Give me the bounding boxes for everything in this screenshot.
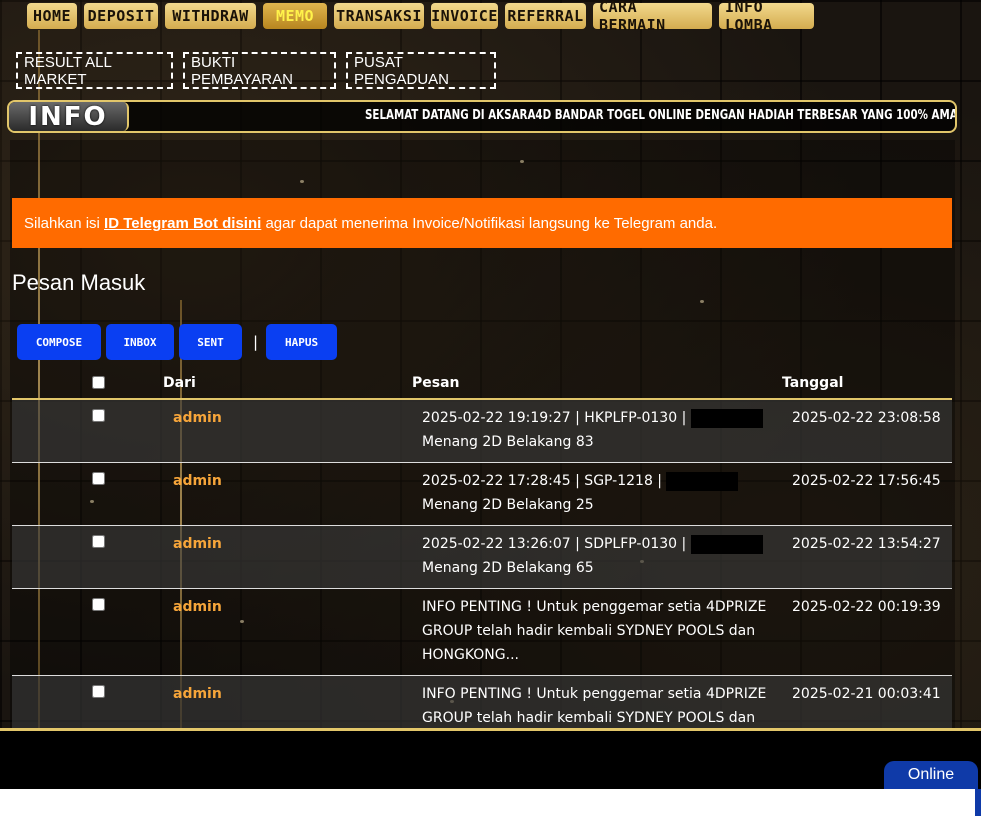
message-text[interactable]: 2025-02-22 13:26:07 | SDPLFP-0130 | <box>422 536 686 552</box>
page-title: Pesan Masuk <box>12 270 146 295</box>
row-message-cell[interactable]: 2025-02-22 19:19:27 | HKPLFP-0130 | Mena… <box>412 399 782 463</box>
row-message-cell[interactable]: 2025-02-22 13:26:07 | SDPLFP-0130 | Mena… <box>412 525 782 589</box>
row-date-cell: 2025-02-22 00:19:39 <box>792 599 941 615</box>
sent-button[interactable]: SENT <box>179 324 242 360</box>
chat-widget-edge <box>975 789 981 816</box>
nav-home[interactable]: HOME <box>27 3 77 29</box>
row-checkbox[interactable] <box>92 472 105 485</box>
row-select-cell <box>12 525 163 589</box>
subnav-bukti-pembayaran[interactable]: BUKTI PEMBAYARAN <box>183 52 336 89</box>
message-text[interactable]: 2025-02-22 19:19:27 | HKPLFP-0130 | <box>422 410 686 426</box>
message-text[interactable]: 2025-02-22 17:28:45 | SGP-1218 | <box>422 473 662 489</box>
subnav-result-all-market[interactable]: RESULT ALL MARKET <box>16 52 173 89</box>
alert-suffix: agar dapat menerima Invoice/Notifikasi l… <box>261 214 718 232</box>
redacted-block <box>690 534 763 554</box>
compose-button[interactable]: COMPOSE <box>17 324 101 360</box>
info-marquee-bar: SELAMAT DATANG DI AKSARA4D BANDAR TOGEL … <box>7 100 957 133</box>
header-pesan: Pesan <box>412 368 782 400</box>
sender-link[interactable]: admin <box>173 536 222 552</box>
action-separator: | <box>253 333 259 351</box>
main-nav: HOME DEPOSIT WITHDRAW MEMO TRANSAKSI INVOICE R… <box>27 0 814 34</box>
row-date-cell: 2025-02-22 23:08:58 <box>782 399 952 463</box>
header-tanggal: Tanggal <box>782 368 952 400</box>
sender-link[interactable]: admin <box>173 599 222 615</box>
table-header: Dari Pesan Tanggal <box>12 368 952 400</box>
sub-nav: RESULT ALL MARKET BUKTI PEMBAYARAN PUSAT P… <box>16 52 496 89</box>
message-result[interactable]: Menang 2D Belakang 25 <box>422 497 594 513</box>
table-row[interactable]: admin 2025-02-22 13:26:07 | SDPLFP-0130 |… <box>12 525 952 589</box>
table-row[interactable]: admin 2025-02-22 17:28:45 | SGP-1218 | Me… <box>12 463 952 526</box>
row-checkbox[interactable] <box>92 535 105 548</box>
row-select-cell <box>12 463 163 526</box>
row-checkbox[interactable] <box>92 685 105 698</box>
row-checkbox[interactable] <box>92 409 105 422</box>
subnav-pusat-pengaduan[interactable]: PUSAT PENGADUAN <box>346 52 496 89</box>
message-table: Dari Pesan Tanggal admin 2025-02-22 19:19… <box>12 368 952 763</box>
message-text[interactable]: INFO PENTING ! Untuk penggemar setia 4DP… <box>422 599 766 663</box>
row-from-cell: admin <box>163 525 412 589</box>
row-from-cell: admin <box>163 463 412 526</box>
redacted-block <box>666 471 739 491</box>
nav-transaksi[interactable]: TRANSAKSI <box>334 3 424 29</box>
footer-bar <box>0 728 981 789</box>
redacted-block <box>690 408 763 428</box>
row-message-cell[interactable]: 2025-02-22 17:28:45 | SGP-1218 | Menang … <box>412 463 782 526</box>
row-from-cell: admin <box>163 589 412 676</box>
select-all-cell <box>12 368 163 400</box>
memo-actions: COMPOSE INBOX SENT | HAPUS <box>17 324 342 360</box>
telegram-alert: Silahkan isi ID Telegram Bot disini agar… <box>12 198 952 248</box>
table-row[interactable]: admin INFO PENTING ! Untuk penggemar seti… <box>12 589 952 676</box>
row-message-cell[interactable]: INFO PENTING ! Untuk penggemar setia 4DP… <box>412 589 782 676</box>
inbox-button[interactable]: INBOX <box>106 324 174 360</box>
sender-link[interactable]: admin <box>173 473 222 489</box>
nav-withdraw[interactable]: WITHDRAW <box>165 3 256 29</box>
row-date-cell: 2025-02-22 17:56:45 <box>792 473 941 489</box>
hapus-button[interactable]: HAPUS <box>266 324 338 360</box>
row-select-cell <box>12 399 163 463</box>
sender-link[interactable]: admin <box>173 686 222 702</box>
nav-invoice[interactable]: INVOICE <box>431 3 498 29</box>
message-result[interactable]: Menang 2D Belakang 83 <box>422 434 594 450</box>
nav-referral[interactable]: REFERRAL <box>505 3 586 29</box>
nav-info-lomba[interactable]: INFO LOMBA <box>719 0 814 34</box>
row-select-cell <box>12 589 163 676</box>
alert-prefix: Silahkan isi <box>24 214 105 232</box>
info-badge: INFO <box>9 102 129 131</box>
marquee-text: SELAMAT DATANG DI AKSARA4D BANDAR TOGEL … <box>365 108 957 123</box>
sender-link[interactable]: admin <box>173 410 222 426</box>
row-checkbox[interactable] <box>92 598 105 611</box>
nav-cara-bermain[interactable]: CARA BERMAIN <box>593 0 712 34</box>
table-row[interactable]: admin 2025-02-22 19:19:27 | HKPLFP-0130 |… <box>12 399 952 463</box>
telegram-bot-link[interactable]: ID Telegram Bot disini <box>104 215 261 232</box>
message-result[interactable]: Menang 2D Belakang 65 <box>422 560 594 576</box>
row-date-cell: 2025-02-22 13:54:27 <box>782 525 952 589</box>
row-from-cell: admin <box>163 399 412 463</box>
online-chat-button[interactable]: Online <box>884 761 978 789</box>
nav-memo[interactable]: MEMO <box>263 3 327 29</box>
header-dari: Dari <box>163 368 412 400</box>
nav-deposit[interactable]: DEPOSIT <box>84 3 158 29</box>
select-all-checkbox[interactable] <box>92 376 105 389</box>
